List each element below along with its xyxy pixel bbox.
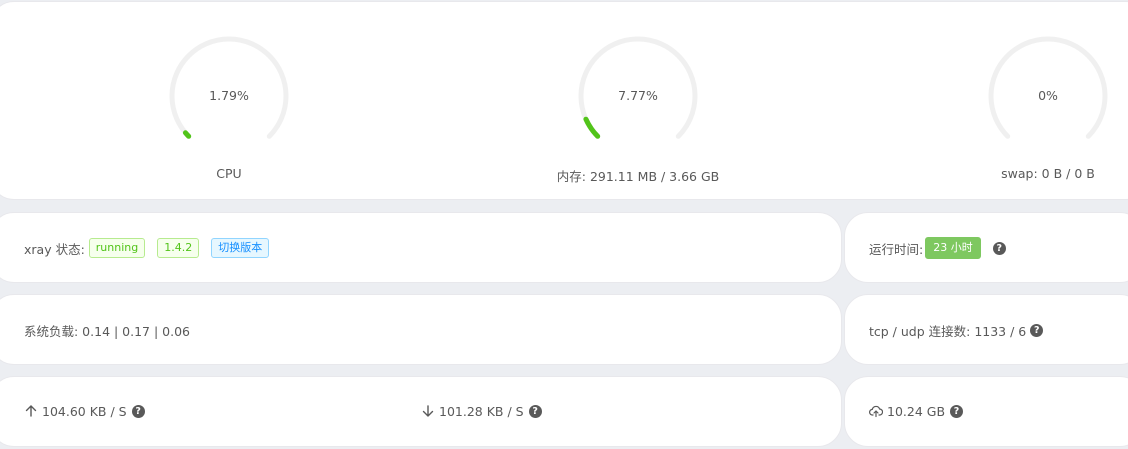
uptime-help-icon[interactable]: ? <box>992 241 1006 255</box>
download-help-icon[interactable]: ? <box>528 404 542 418</box>
upload-speed-row: 104.60 KB / S ? <box>24 399 145 423</box>
xray-version-tag: 1.4.2 <box>157 238 200 258</box>
xray-status-label: xray 状态: <box>24 241 85 257</box>
upload-help-icon[interactable]: ? <box>131 404 145 418</box>
cpu-gauge-value: 1.79% <box>209 88 249 103</box>
connections-text: tcp / udp 连接数: 1133 / 6 <box>869 323 1027 339</box>
cloud-upload-icon <box>869 405 883 418</box>
total-traffic-row: 10.24 GB ? <box>869 399 964 423</box>
arrow-up-icon <box>25 405 37 417</box>
total-traffic-text: 10.24 GB <box>887 403 946 419</box>
cpu-gauge-fill <box>182 130 192 139</box>
connections-help-icon[interactable]: ? <box>1030 323 1044 337</box>
xray-status-row: xray 状态: running 1.4.2 切换版本 <box>24 236 270 260</box>
memory-gauge: 7.77% <box>576 34 716 184</box>
cpu-gauge-label: CPU <box>216 166 242 181</box>
xray-running-tag: running <box>88 238 146 258</box>
memory-gauge-label: 内存: 291.11 MB / 3.66 GB <box>556 169 720 184</box>
arrow-down-icon <box>422 405 434 417</box>
memory-gauge-value: 7.77% <box>618 88 658 103</box>
system-load-row: 系统负载: 0.14 | 0.17 | 0.06 <box>24 318 190 342</box>
swap-gauge-value: 0% <box>1038 88 1058 103</box>
connections-row: tcp / udp 连接数: 1133 / 6 ? <box>869 318 1044 342</box>
uptime-badge: 23 小时 <box>925 237 981 259</box>
download-speed-row: 101.28 KB / S ? <box>421 399 542 423</box>
switch-version-button[interactable]: 切换版本 <box>211 238 270 258</box>
cpu-gauge: 1.79% <box>167 34 307 184</box>
total-traffic-help-icon[interactable]: ? <box>950 404 964 418</box>
swap-gauge: 0% <box>986 34 1126 184</box>
memory-gauge-fill <box>583 116 601 139</box>
download-speed-text: 101.28 KB / S <box>439 403 524 419</box>
upload-speed-text: 104.60 KB / S <box>42 403 127 419</box>
swap-gauge-label: swap: 0 B / 0 B <box>1001 166 1095 181</box>
uptime-label: 运行时间: <box>869 241 924 257</box>
uptime-row: 运行时间: 23 小时 ? <box>869 236 1006 260</box>
system-load-text: 系统负载: 0.14 | 0.17 | 0.06 <box>24 323 190 339</box>
